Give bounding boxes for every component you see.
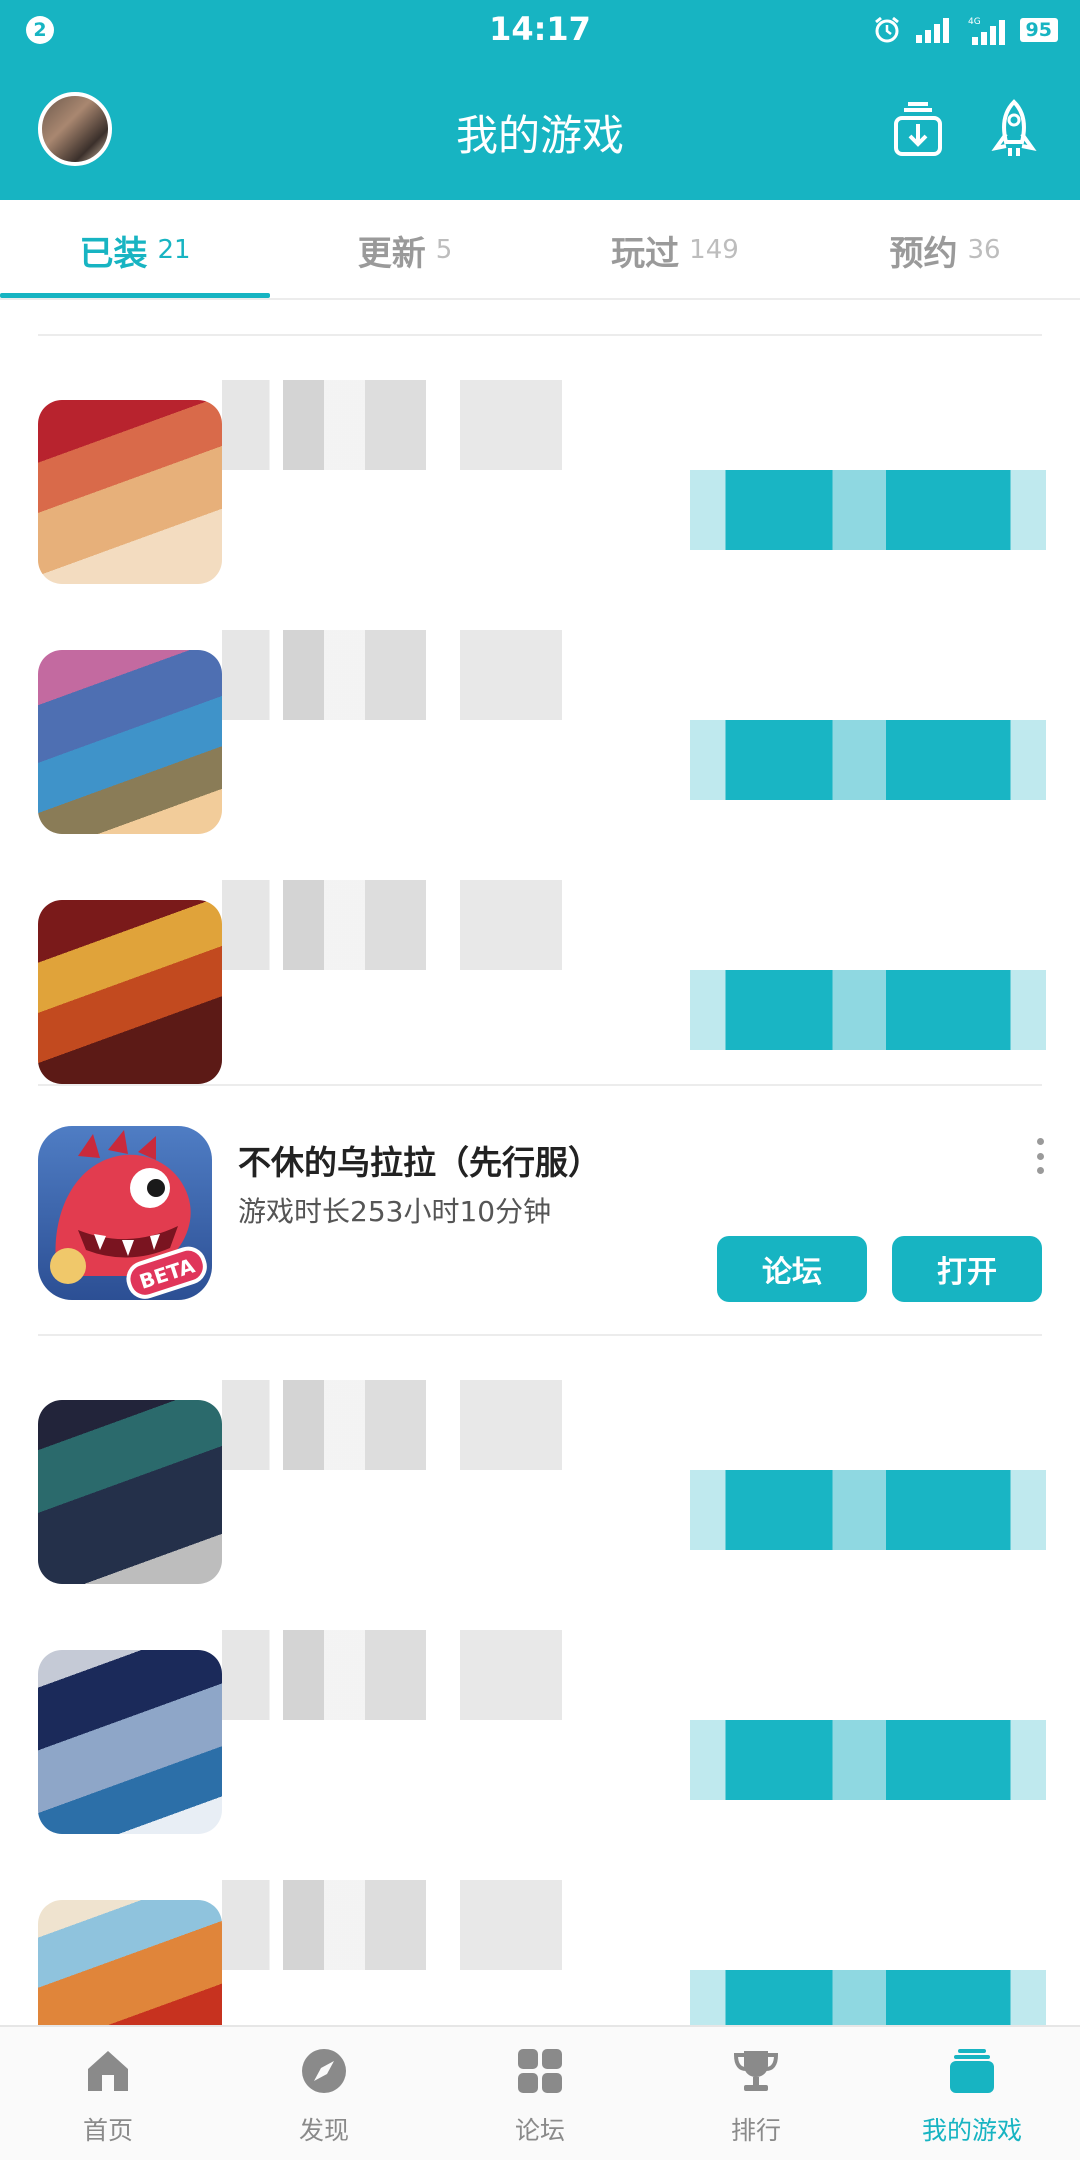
app-header: 我的游戏: [0, 60, 1080, 200]
grid-icon: [518, 2049, 562, 2093]
tab-label: 玩过: [611, 233, 680, 274]
forum-button[interactable]: 论坛: [717, 1236, 867, 1302]
list-item-game[interactable]: BETA 不休的乌拉拉（先行服） 游戏时长253小时10分钟 论坛 打开: [0, 1086, 1080, 1336]
home-icon: [88, 2051, 128, 2091]
game-icon: [38, 1650, 222, 1834]
tab-installed[interactable]: 已装 21: [0, 200, 270, 300]
redacted-text: [222, 630, 562, 720]
status-icons: 4G 95: [872, 14, 1058, 46]
open-button[interactable]: 打开: [892, 1236, 1042, 1302]
redacted-text: [222, 880, 562, 970]
list-divider: [38, 334, 1042, 336]
list-item-redacted[interactable]: [0, 360, 1080, 610]
list-item-redacted[interactable]: [0, 1860, 1080, 2025]
redacted-buttons: [690, 1720, 1046, 1800]
rocket-icon[interactable]: [982, 98, 1046, 162]
status-bar: 2 14:17 4G 95: [0, 0, 1080, 60]
game-icon: [38, 900, 222, 1084]
game-list[interactable]: BETA 不休的乌拉拉（先行服） 游戏时长253小时10分钟 论坛 打开: [0, 300, 1080, 2025]
list-item-redacted[interactable]: [0, 1610, 1080, 1860]
redacted-buttons: [690, 1470, 1046, 1550]
tab-updates[interactable]: 更新 5: [270, 200, 540, 300]
redacted-text: [222, 380, 562, 470]
compass-icon: [302, 2049, 346, 2093]
alarm-icon: [874, 16, 899, 43]
game-playtime: 游戏时长253小时10分钟: [238, 1195, 552, 1228]
tab-count: 5: [435, 235, 453, 265]
list-item-redacted[interactable]: [0, 610, 1080, 860]
tab-played[interactable]: 玩过 149: [540, 200, 810, 300]
battery-indicator: 95: [1019, 18, 1058, 42]
nav-discover[interactable]: 发现: [216, 2027, 432, 2160]
list-item-redacted[interactable]: [0, 860, 1080, 1110]
list-divider: [38, 1334, 1042, 1336]
svg-text:4G: 4G: [968, 17, 981, 27]
nav-my-games[interactable]: 我的游戏: [864, 2027, 1080, 2160]
nav-label: 首页: [82, 2116, 133, 2145]
nav-home[interactable]: 首页: [0, 2027, 216, 2160]
nav-label: 我的游戏: [921, 2116, 1022, 2145]
tab-bar: 已装 21 更新 5 玩过 149 预约 36: [0, 200, 1080, 300]
tab-indicator: [0, 293, 270, 298]
download-manager-icon[interactable]: [886, 98, 950, 162]
redacted-buttons: [690, 970, 1046, 1050]
redacted-text: [222, 1880, 562, 1970]
tab-reserved[interactable]: 预约 36: [810, 200, 1080, 300]
tab-count: 149: [689, 235, 739, 265]
nav-forum[interactable]: 论坛: [432, 2027, 648, 2160]
nav-ranking[interactable]: 排行: [648, 2027, 864, 2160]
tab-label: 更新: [357, 233, 426, 274]
game-icon: BETA: [38, 1126, 212, 1300]
tab-label: 预约: [889, 233, 958, 274]
redacted-buttons: [690, 1970, 1046, 2025]
nav-label: 排行: [730, 2116, 781, 2145]
game-icon: [38, 1900, 222, 2025]
redacted-text: [222, 1380, 562, 1470]
list-item-redacted[interactable]: [0, 1360, 1080, 1610]
signal-icon: [915, 18, 949, 43]
more-options-icon[interactable]: [1034, 1138, 1046, 1174]
redacted-text: [222, 1630, 562, 1720]
stack-icon: [950, 2049, 994, 2093]
redacted-buttons: [690, 470, 1046, 550]
tab-label: 已装: [79, 233, 148, 274]
game-icon: [38, 650, 222, 834]
nav-label: 论坛: [514, 2116, 565, 2145]
signal-4g-icon: 4G: [968, 17, 1005, 45]
game-title: 不休的乌拉拉（先行服）: [238, 1143, 601, 1182]
game-icon: [38, 400, 222, 584]
game-icon: [38, 1400, 222, 1584]
tab-count: 36: [967, 235, 1001, 265]
trophy-icon: [733, 2051, 779, 2091]
bottom-navigation: 首页 发现 论坛 排行 我的游戏: [0, 2025, 1080, 2160]
redacted-buttons: [690, 720, 1046, 800]
tab-count: 21: [157, 235, 191, 265]
nav-label: 发现: [298, 2116, 349, 2145]
